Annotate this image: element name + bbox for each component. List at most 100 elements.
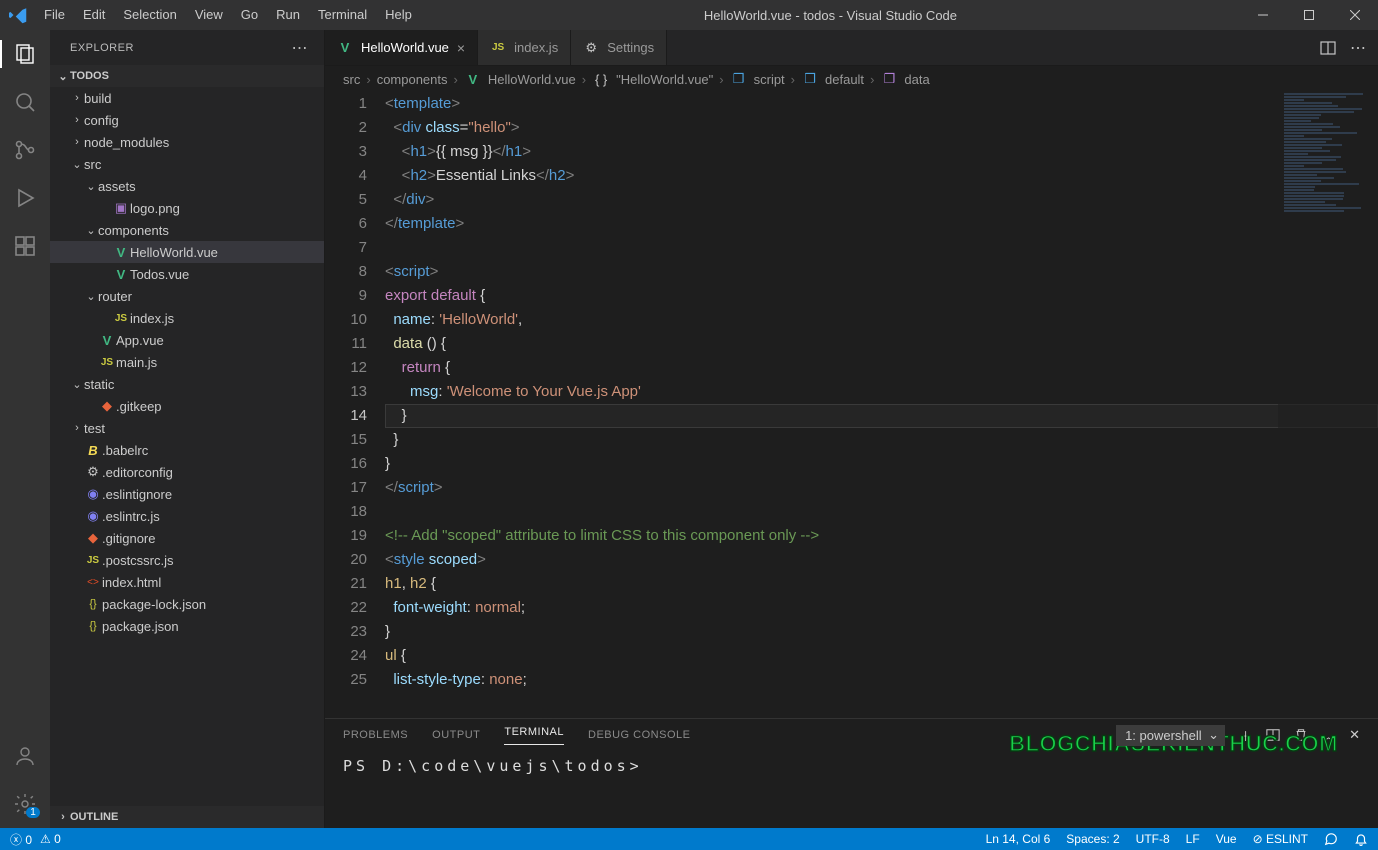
chevron-down-icon[interactable]: ⌄ <box>84 180 98 193</box>
breadcrumb-item[interactable]: "HelloWorld.vue" <box>616 72 713 87</box>
code-line[interactable]: } <box>385 620 1378 644</box>
status-warnings[interactable]: ⚠ 0 <box>40 832 61 846</box>
new-terminal-icon[interactable]: ＋ <box>1239 726 1252 745</box>
status-cursor-position[interactable]: Ln 14, Col 6 <box>986 832 1051 846</box>
chevron-down-icon[interactable]: ⌄ <box>70 158 84 171</box>
menu-go[interactable]: Go <box>232 0 267 30</box>
breadcrumbs[interactable]: src›components›VHelloWorld.vue›{ }"Hello… <box>325 66 1378 92</box>
menu-edit[interactable]: Edit <box>74 0 114 30</box>
run-debug-icon[interactable] <box>11 184 39 212</box>
code-line[interactable]: <div class="hello"> <box>385 116 1378 140</box>
file--eslintignore[interactable]: ◉.eslintignore <box>50 483 324 505</box>
extensions-icon[interactable] <box>11 232 39 260</box>
folder-components[interactable]: ⌄components <box>50 219 324 241</box>
terminal-selector[interactable]: 1: powershell <box>1116 725 1225 746</box>
panel-tab-output[interactable]: OUTPUT <box>432 729 480 741</box>
breadcrumb-item[interactable]: HelloWorld.vue <box>488 72 576 87</box>
window-maximize-button[interactable] <box>1286 0 1332 30</box>
file--editorconfig[interactable]: ⚙.editorconfig <box>50 461 324 483</box>
file-main-js[interactable]: JSmain.js <box>50 351 324 373</box>
folder-test[interactable]: ›test <box>50 417 324 439</box>
code-line[interactable]: } <box>385 428 1378 452</box>
code-line[interactable]: font-weight: normal; <box>385 596 1378 620</box>
chevron-right-icon[interactable]: › <box>70 92 84 104</box>
window-close-button[interactable] <box>1332 0 1378 30</box>
code-line[interactable] <box>385 500 1378 524</box>
file--gitignore[interactable]: ◆.gitignore <box>50 527 324 549</box>
file--eslintrc-js[interactable]: ◉.eslintrc.js <box>50 505 324 527</box>
code-line[interactable]: <h1>{{ msg }}</h1> <box>385 140 1378 164</box>
explorer-icon[interactable] <box>11 40 39 68</box>
tab-index-js[interactable]: JSindex.js <box>478 30 571 65</box>
code-line[interactable]: export default { <box>385 284 1378 308</box>
folder-build[interactable]: ›build <box>50 87 324 109</box>
editor-more-icon[interactable]: ⋯ <box>1350 38 1366 58</box>
breadcrumb-item[interactable]: script <box>754 72 785 87</box>
menu-terminal[interactable]: Terminal <box>309 0 376 30</box>
window-minimize-button[interactable] <box>1240 0 1286 30</box>
explorer-root-section[interactable]: ⌄TODOS <box>50 65 324 87</box>
code-line[interactable]: <!-- Add "scoped" attribute to limit CSS… <box>385 524 1378 548</box>
status-language[interactable]: Vue <box>1216 832 1237 846</box>
minimap[interactable] <box>1278 92 1378 718</box>
terminal-content[interactable]: PS D:\code\vuejs\todos> <box>325 751 1378 828</box>
folder-static[interactable]: ⌄static <box>50 373 324 395</box>
folder-assets[interactable]: ⌄assets <box>50 175 324 197</box>
status-indentation[interactable]: Spaces: 2 <box>1066 832 1119 846</box>
folder-router[interactable]: ⌄router <box>50 285 324 307</box>
file-logo-png[interactable]: ▣logo.png <box>50 197 324 219</box>
breadcrumb-item[interactable]: components <box>377 72 448 87</box>
split-terminal-icon[interactable] <box>1266 728 1280 742</box>
menu-help[interactable]: Help <box>376 0 421 30</box>
explorer-more-icon[interactable]: ⋯ <box>292 38 309 58</box>
menu-file[interactable]: File <box>35 0 74 30</box>
accounts-icon[interactable] <box>11 742 39 770</box>
folder-config[interactable]: ›config <box>50 109 324 131</box>
menu-run[interactable]: Run <box>267 0 309 30</box>
code-line[interactable]: name: 'HelloWorld', <box>385 308 1378 332</box>
folder-src[interactable]: ⌄src <box>50 153 324 175</box>
close-panel-icon[interactable]: ✕ <box>1349 727 1360 743</box>
search-icon[interactable] <box>11 88 39 116</box>
breadcrumb-item[interactable]: src <box>343 72 360 87</box>
outline-section[interactable]: ›OUTLINE <box>50 806 324 828</box>
code-line[interactable] <box>385 236 1378 260</box>
code-line[interactable]: h1, h2 { <box>385 572 1378 596</box>
chevron-down-icon[interactable]: ⌄ <box>84 224 98 237</box>
status-notifications-icon[interactable] <box>1354 832 1368 846</box>
code-line[interactable]: } <box>385 452 1378 476</box>
status-errors[interactable]: ⓧ 0 <box>10 831 32 848</box>
panel-tab-terminal[interactable]: TERMINAL <box>504 726 564 745</box>
menu-selection[interactable]: Selection <box>114 0 185 30</box>
tab-settings[interactable]: ⚙Settings <box>571 30 667 65</box>
folder-node-modules[interactable]: ›node_modules <box>50 131 324 153</box>
file-todos-vue[interactable]: VTodos.vue <box>50 263 324 285</box>
chevron-right-icon[interactable]: › <box>70 136 84 148</box>
file-package-lock-json[interactable]: {}package-lock.json <box>50 593 324 615</box>
file--gitkeep[interactable]: ◆.gitkeep <box>50 395 324 417</box>
code-editor[interactable]: 1234567891011121314151617181920212223242… <box>325 92 1378 718</box>
code-line[interactable]: </div> <box>385 188 1378 212</box>
status-encoding[interactable]: UTF-8 <box>1136 832 1170 846</box>
code-line[interactable]: msg: 'Welcome to Your Vue.js App' <box>385 380 1378 404</box>
file-package-json[interactable]: {}package.json <box>50 615 324 637</box>
code-line[interactable]: } <box>385 404 1378 428</box>
code-line[interactable]: ul { <box>385 644 1378 668</box>
settings-gear-icon[interactable]: 1 <box>11 790 39 818</box>
kill-terminal-icon[interactable] <box>1294 728 1308 742</box>
code-line[interactable]: </script> <box>385 476 1378 500</box>
code-line[interactable]: <h2>Essential Links</h2> <box>385 164 1378 188</box>
code-line[interactable]: <script> <box>385 260 1378 284</box>
file--postcssrc-js[interactable]: JS.postcssrc.js <box>50 549 324 571</box>
chevron-right-icon[interactable]: › <box>70 422 84 434</box>
chevron-down-icon[interactable]: ⌄ <box>70 378 84 391</box>
split-editor-icon[interactable] <box>1320 40 1336 56</box>
code-content[interactable]: <template> <div class="hello"> <h1>{{ ms… <box>385 92 1378 718</box>
breadcrumb-item[interactable]: data <box>904 72 929 87</box>
chevron-down-icon[interactable]: ⌄ <box>84 290 98 303</box>
panel-tab-debug-console[interactable]: DEBUG CONSOLE <box>588 729 690 741</box>
file--babelrc[interactable]: B.babelrc <box>50 439 324 461</box>
code-line[interactable]: <style scoped> <box>385 548 1378 572</box>
panel-tab-problems[interactable]: PROBLEMS <box>343 729 408 741</box>
file-index-html[interactable]: <>index.html <box>50 571 324 593</box>
